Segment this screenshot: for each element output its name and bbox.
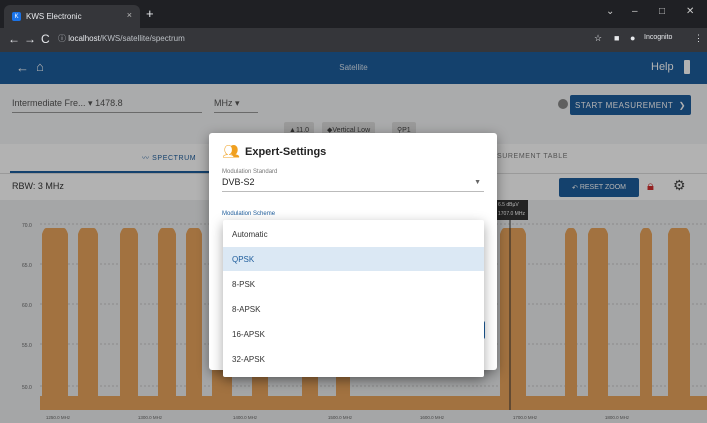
- dialog-title: Expert-Settings: [245, 146, 327, 158]
- browser-tab-bar: K KWS Electronic × + ⌄ – □ ✕: [0, 0, 707, 28]
- incognito-icon: ●: [630, 33, 636, 43]
- modulation-standard-label: Modulation Standard: [222, 169, 278, 175]
- modulation-scheme-dropdown: Automatic QPSK 8-PSK 8-APSK 16-APSK 32-A…: [223, 220, 484, 377]
- option-16apsk[interactable]: 16-APSK: [223, 322, 484, 346]
- browser-forward-icon[interactable]: →: [24, 32, 36, 46]
- option-automatic[interactable]: Automatic: [223, 222, 484, 246]
- modulation-scheme-label: Modulation Scheme: [222, 211, 276, 217]
- browser-tab[interactable]: K KWS Electronic ×: [4, 5, 140, 28]
- browser-tab-title: KWS Electronic: [26, 12, 82, 21]
- url-field[interactable]: ⓘ localhost/KWS/satellite/spectrum: [58, 33, 185, 44]
- favicon-icon: K: [12, 12, 21, 21]
- maximize-icon[interactable]: □: [659, 6, 665, 17]
- incognito-label: Incognito: [644, 34, 673, 41]
- tab-search-icon[interactable]: ⌄: [606, 6, 614, 17]
- bookmark-star-icon[interactable]: ☆: [594, 33, 602, 44]
- expert-users-icon: 👥︎: [222, 143, 240, 159]
- browser-back-icon[interactable]: ←: [8, 32, 20, 46]
- address-bar: ← → C ⓘ localhost/KWS/satellite/spectrum…: [0, 28, 707, 52]
- option-qpsk[interactable]: QPSK: [223, 247, 484, 271]
- modulation-standard-select[interactable]: DVB-S2: [222, 177, 484, 192]
- minimize-icon[interactable]: –: [632, 6, 638, 17]
- tab-close-icon[interactable]: ×: [127, 10, 132, 20]
- option-32apsk[interactable]: 32-APSK: [223, 347, 484, 371]
- reload-icon[interactable]: C: [41, 32, 50, 46]
- url-path: /KWS/satellite/spectrum: [99, 34, 185, 43]
- chevron-down-icon[interactable]: ▼: [474, 179, 481, 186]
- browser-menu-icon[interactable]: ⋮: [694, 33, 703, 44]
- option-8apsk[interactable]: 8-APSK: [223, 297, 484, 321]
- window-close-icon[interactable]: ✕: [686, 6, 694, 17]
- tab-strip-icon[interactable]: ■: [614, 33, 619, 43]
- url-host: localhost: [68, 34, 100, 43]
- option-8psk[interactable]: 8-PSK: [223, 272, 484, 296]
- new-tab-icon[interactable]: +: [146, 6, 154, 21]
